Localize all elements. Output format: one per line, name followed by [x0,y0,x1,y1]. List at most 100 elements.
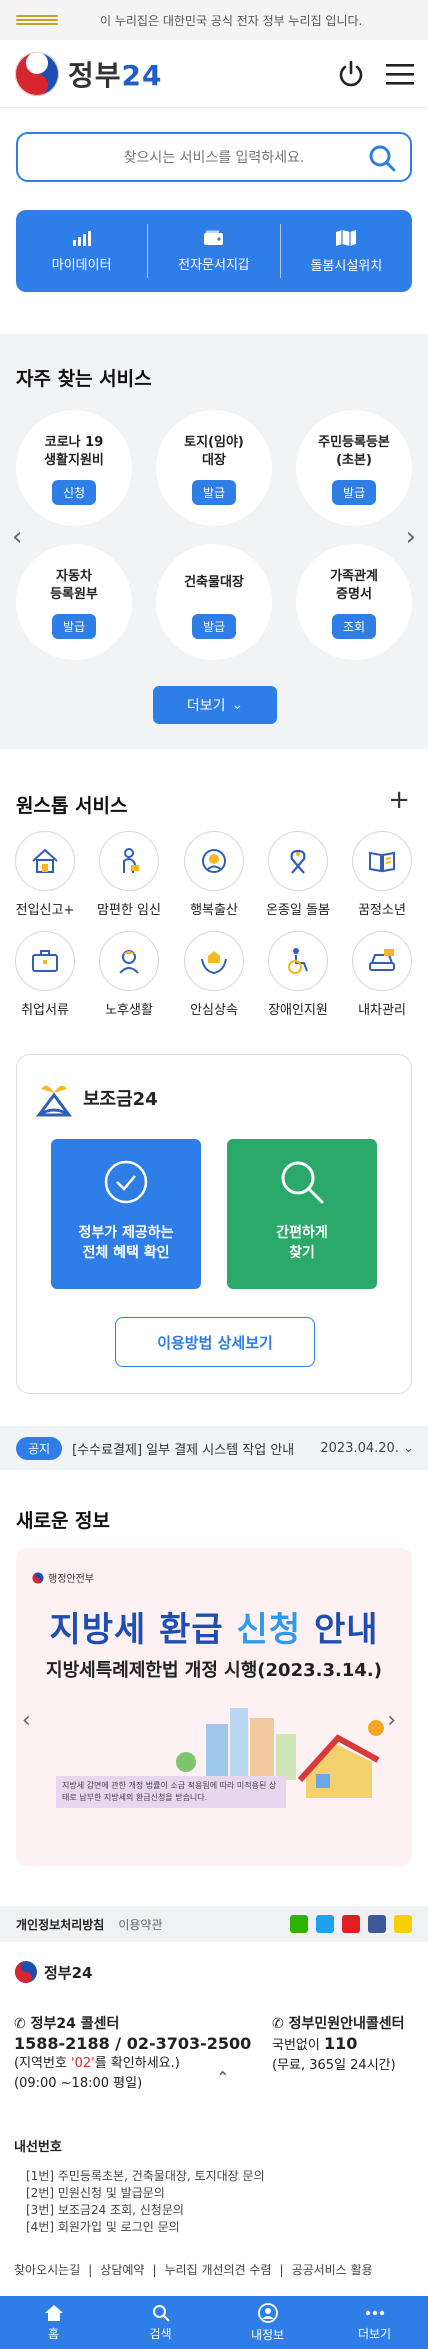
car-icon [369,949,395,971]
footer-logo: 정부24 [14,1960,92,1984]
bottom-nav: 홈 검색 내정보 더보기 [0,2296,428,2349]
notice-tag: 공지 [16,1436,63,1460]
home-icon [44,2304,63,2321]
blog-icon[interactable] [290,1915,308,1933]
onestop-item[interactable]: 행복출산 [179,831,249,918]
plus-icon[interactable]: + [388,785,410,815]
consult-link[interactable]: 상담예약 [100,2260,144,2280]
privacy-policy-link[interactable]: 개인정보처리방침 [16,1916,104,1933]
wallet-icon [203,230,223,245]
chevron-up-icon[interactable]: ⌃ [216,2068,229,2087]
notice-bar[interactable]: 공지 [수수료결제] 일부 결제 시스템 작업 안내 2023.04.20. ⌄ [0,1426,428,1470]
hands-icon [201,951,227,975]
elder-icon [119,950,139,974]
footer-links: 찾아오시는길 | 상담예약 | 누리집 개선의견 수렴 | 공공서비스 활용 [14,2260,373,2280]
chevron-right-icon[interactable]: › [406,522,416,552]
wheelchair-icon [288,948,308,974]
onestop-item[interactable]: 노후생활 [94,931,164,1018]
power-icon[interactable] [336,59,366,89]
gov-banner-text: 이 누리집은 대한민국 공식 전자 정부 누리집 입니다. [100,13,363,28]
banner-caption: 지방세 감면에 관한 개정 법률이 소급 적용됨에 따라 미적용된 상태로 납부… [56,1776,286,1808]
quick-link-care-map[interactable]: 돌봄시설위치 [281,210,412,292]
onestop-item[interactable]: 안심상속 [179,931,249,1018]
action-button[interactable]: 발급 [191,480,237,505]
ribbon-icon [290,849,306,874]
nav-home[interactable]: 홈 [0,2296,107,2349]
map-icon [336,229,357,246]
search-input[interactable]: 찾으시는 서비스를 입력하세요. [16,132,412,182]
quick-links: 마이데이터 전자문서지갑 돌봄시설위치 [16,210,412,292]
easy-search-button[interactable]: 간편하게 찾기 [227,1139,377,1289]
public-service-link[interactable]: 공공서비스 활용 [292,2260,373,2280]
phone-icon: ✆ [14,2016,26,2032]
check-circle-icon [104,1160,148,1204]
chevron-left-icon[interactable]: ‹ [12,522,22,552]
onestop-item[interactable]: 전입신고+ [10,831,80,918]
banner-illustration [176,1708,384,1798]
onestop-item[interactable]: 꿈정소년 [347,831,417,918]
user-icon [257,2302,278,2323]
chevron-down-icon: ⌄ [231,697,244,713]
chevron-down-icon: ⌄ [403,1440,414,1456]
onestop-item[interactable]: 온종일 돌봄 [263,831,333,918]
frequent-service-item[interactable]: 코로나 19 생활지원비 신청 [16,410,132,526]
bar-chart-icon [72,230,91,246]
usage-guide-button[interactable]: 이용방법 상세보기 [115,1317,315,1367]
facebook-icon[interactable] [368,1915,386,1933]
section-title: 새로운 정보 [16,1510,111,1532]
more-dots-icon [365,2310,384,2315]
gov-banner: 이 누리집은 대한민국 공식 전자 정부 누리집 입니다. [0,0,428,40]
more-button[interactable]: 더보기 ⌄ [153,686,277,724]
onestop-item[interactable]: 맘편한 임신 [94,831,164,918]
frequent-services-section: 자주 찾는 서비스 코로나 19 생활지원비 신청 토지(임야) 대장 발급 주민등… [0,334,428,749]
twitter-icon[interactable] [316,1915,334,1933]
kakao-icon[interactable] [394,1915,412,1933]
frequent-service-item[interactable]: 건축물대장 발급 [156,544,272,660]
feedback-link[interactable]: 누리집 개선의견 수렴 [165,2260,272,2280]
quick-link-wallet[interactable]: 전자문서지갑 [148,210,279,292]
news-banner[interactable]: 행정안전부 지방세 환급 신청 안내 지방세특례제한법 개정 시행(2023.3… [16,1548,412,1866]
subsidy-card: 보조금24 정부가 제공하는 전체 혜택 확인 간편하게 찾기 이용방법 상세보기 [16,1054,412,1394]
footer: 개인정보처리방침 이용약관 정부24 ✆ 정부24 콜센터 1588-2188 … [0,1906,428,2332]
action-button[interactable]: 발급 [51,614,97,639]
hamburger-menu-icon[interactable] [386,62,414,86]
nav-search[interactable]: 검색 [107,2296,214,2349]
frequent-service-item[interactable]: 가족관계 증명서 조회 [296,544,412,660]
notice-text[interactable]: [수수료결제] 일부 결제 시스템 작업 안내 [72,1439,320,1458]
section-title: 원스톱 서비스 [16,795,128,817]
chevron-right-icon[interactable]: › [387,1708,396,1733]
header: 정부24 [0,40,428,108]
search-icon[interactable] [368,144,396,172]
nav-myinfo[interactable]: 내정보 [214,2296,321,2349]
book-icon [369,851,395,873]
taegeuk-logo-icon [15,1961,37,1983]
site-logo[interactable]: 정부24 [14,51,163,97]
taegeuk-logo-icon [15,51,60,96]
onestop-item[interactable]: 내차관리 [347,931,417,1018]
action-button[interactable]: 조회 [331,614,377,639]
action-button[interactable]: 발급 [331,480,377,505]
nav-more[interactable]: 더보기 [321,2296,428,2349]
frequent-service-item[interactable]: 자동차 등록원부 발급 [16,544,132,660]
onestop-item[interactable]: 취업서류 [10,931,80,1018]
frequent-service-item[interactable]: 토지(임야) 대장 발급 [156,410,272,526]
section-title: 자주 찾는 서비스 [16,368,152,390]
youtube-icon[interactable] [342,1915,360,1933]
notice-date: 2023.04.20. ⌄ [320,1440,414,1456]
extension-guide: 내선번호 [1번] 주민등록초본, 건축물대장, 토지대장 문의 [2번] 민원… [14,2140,265,2234]
action-button[interactable]: 발급 [191,614,237,639]
callcenter-2: ✆ 정부민원안내콜센터 국번없이 110 (무료, 365일 24시간) [272,2016,405,2073]
quick-link-mydata[interactable]: 마이데이터 [16,210,147,292]
onestop-item[interactable]: 장애인지원 [263,931,333,1018]
onestop-section: 원스톱 서비스 + 전입신고+ 맘편한 임신 행복출산 온종일 돌봄 꿈정소년 … [0,749,428,1039]
terms-link[interactable]: 이용약관 [118,1916,162,1933]
directions-link[interactable]: 찾아오시는길 [14,2260,80,2280]
chevron-left-icon[interactable]: ‹ [22,1708,31,1733]
frequent-service-item[interactable]: 주민등록등본 (초본) 발급 [296,410,412,526]
all-benefits-button[interactable]: 정부가 제공하는 전체 혜택 확인 [51,1139,201,1289]
search-icon [152,2304,170,2322]
site-logo-text: 정부24 [68,58,163,92]
action-button[interactable]: 신청 [51,480,97,505]
pregnancy-icon [123,848,139,873]
phone-icon: ✆ [272,2016,284,2032]
